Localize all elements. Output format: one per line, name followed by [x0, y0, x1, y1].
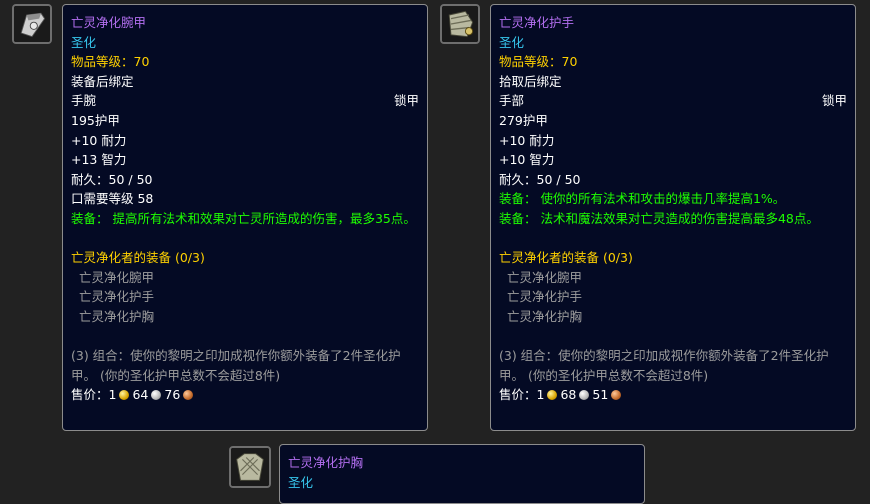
- set-item: 亡灵净化腕甲: [507, 269, 583, 285]
- tooltip-bracers: 亡灵净化腕甲 圣化 物品等级：70 装备后绑定 手腕 锁甲 195护甲 +10 …: [62, 4, 428, 431]
- slot-row: 手腕 锁甲: [71, 91, 419, 111]
- slot-row: 手部 锁甲: [499, 91, 847, 111]
- item-binding: 装备后绑定: [71, 73, 134, 89]
- item-slot: 手腕: [71, 93, 97, 109]
- set-name: 亡灵净化者的装备 (0/3): [499, 250, 633, 266]
- set-item: 亡灵净化护手: [79, 289, 155, 305]
- copper-amount: 51: [592, 387, 609, 403]
- equip-effect: 装备： 使你的所有法术和攻击的爆击几率提高1%。: [499, 191, 786, 207]
- copper-coin-icon: [611, 390, 622, 401]
- armor-type: 锁甲: [821, 93, 847, 109]
- item-quality: 圣化: [499, 34, 525, 50]
- equip-effect: 装备： 提高所有法术和效果对亡灵所造成的伤害，最多35点。: [71, 210, 416, 226]
- set-item: 亡灵净化护胸: [507, 308, 583, 324]
- silver-coin-icon: [151, 390, 162, 401]
- item-slot: 手部: [499, 93, 525, 109]
- item-name: 亡灵净化护胸: [288, 455, 364, 470]
- bracer-icon[interactable]: [12, 4, 52, 44]
- item-stat: +10 智力: [499, 152, 555, 168]
- set-item: 亡灵净化护胸: [79, 308, 155, 324]
- item-binding: 拾取后绑定: [499, 73, 562, 89]
- item-level: 物品等级：70: [71, 54, 150, 70]
- sell-label: 售价：: [499, 387, 537, 403]
- set-bonus: (3) 组合：使你的黎明之印加成视作你额外装备了2件圣化护甲。 (你的圣化护甲总…: [71, 348, 401, 383]
- gold-coin-icon: [547, 390, 558, 401]
- armor-type: 锁甲: [393, 93, 419, 109]
- copper-coin-icon: [183, 390, 194, 401]
- sell-price: 售价：1 64 76: [71, 385, 419, 405]
- silver-amount: 68: [560, 387, 577, 403]
- chest-armor-icon[interactable]: [229, 446, 271, 488]
- item-name: 亡灵净化护手: [499, 15, 575, 30]
- silver-amount: 64: [132, 387, 149, 403]
- equip-effect: 装备： 法术和魔法效果对亡灵造成的伤害提高最多48点。: [499, 210, 819, 226]
- silver-coin-icon: [579, 390, 590, 401]
- item-stat: +10 耐力: [499, 132, 555, 148]
- set-name: 亡灵净化者的装备 (0/3): [71, 250, 205, 266]
- item-stat: +13 智力: [71, 152, 127, 168]
- set-item: 亡灵净化腕甲: [79, 269, 155, 285]
- tooltip-chest: 亡灵净化护胸 圣化: [279, 444, 645, 504]
- gold-amount: 1: [108, 387, 117, 403]
- tooltip-gauntlets: 亡灵净化护手 圣化 物品等级：70 拾取后绑定 手部 锁甲 279护甲 +10 …: [490, 4, 856, 431]
- item-armor: 279护甲: [499, 112, 548, 128]
- item-stat: +10 耐力: [71, 132, 127, 148]
- sell-price: 售价：1 68 51: [499, 385, 847, 405]
- copper-amount: 76: [164, 387, 181, 403]
- item-level: 物品等级：70: [499, 54, 578, 70]
- item-quality: 圣化: [71, 34, 97, 50]
- gold-coin-icon: [119, 390, 130, 401]
- item-durability: 耐久：50 / 50: [499, 171, 581, 187]
- sell-label: 售价：: [71, 387, 109, 403]
- item-durability: 耐久：50 / 50: [71, 171, 153, 187]
- item-armor: 195护甲: [71, 112, 120, 128]
- gold-amount: 1: [536, 387, 545, 403]
- item-quality: 圣化: [288, 474, 314, 490]
- set-item: 亡灵净化护手: [507, 289, 583, 305]
- item-requirement: 口需要等级 58: [71, 191, 154, 207]
- item-name: 亡灵净化腕甲: [71, 15, 147, 30]
- set-bonus: (3) 组合：使你的黎明之印加成视作你额外装备了2件圣化护甲。 (你的圣化护甲总…: [499, 348, 829, 383]
- gauntlets-icon[interactable]: [440, 4, 480, 44]
